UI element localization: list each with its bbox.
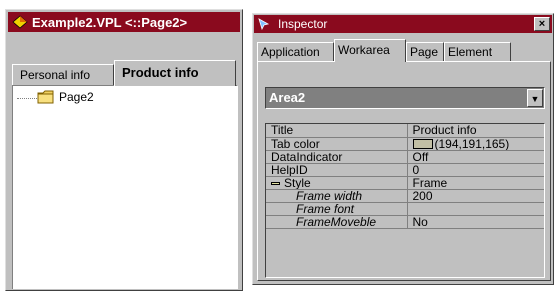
inspector-tabs: Application Workarea Page Element	[257, 38, 551, 62]
tree-item-page2[interactable]: Page2	[37, 90, 94, 104]
tab-product-info[interactable]: Product info	[114, 60, 236, 86]
folder-icon	[37, 90, 54, 104]
vpl-title-bar[interactable]: Example2.VPL <::Page2>	[8, 12, 240, 32]
property-name: Style	[284, 176, 311, 189]
inspector-tab-body: Area2 ▼ Title Product info Tab color (19…	[257, 61, 551, 281]
dropdown-arrow-icon[interactable]: ▼	[527, 89, 543, 107]
tab-label: Workarea	[338, 43, 390, 57]
vpl-editor-window: Example2.VPL <::Page2> Personal info Pro…	[5, 9, 243, 291]
property-value[interactable]	[407, 202, 544, 216]
property-value[interactable]: Product info	[407, 124, 544, 138]
property-name: Frame width	[266, 189, 408, 203]
property-name: FrameMoveble	[266, 215, 408, 229]
color-value: (194,191,165)	[434, 137, 510, 150]
tab-label: Personal info	[20, 68, 91, 82]
property-value[interactable]: No	[407, 215, 544, 229]
property-value-color[interactable]: (194,191,165)	[407, 137, 544, 151]
tab-label: Product info	[122, 65, 199, 80]
page-tabs: Personal info Product info	[12, 60, 238, 86]
property-row[interactable]: HelpID 0	[266, 163, 544, 177]
tab-page[interactable]: Page	[406, 42, 444, 62]
property-row[interactable]: Tab color (194,191,165)	[266, 137, 544, 151]
page-tree-panel: Page2	[12, 85, 238, 289]
property-row-group[interactable]: Style Frame	[266, 176, 544, 190]
close-button[interactable]: ×	[534, 17, 550, 31]
inspector-pointer-icon	[258, 18, 270, 30]
property-value[interactable]: 200	[407, 189, 544, 203]
tree-connector	[17, 98, 37, 99]
tree-item-label: Page2	[59, 90, 94, 104]
property-value[interactable]: Off	[407, 150, 544, 164]
property-name: Title	[266, 124, 408, 138]
app-diamond-icon	[12, 15, 28, 29]
tab-element[interactable]: Element	[444, 42, 511, 62]
collapse-minus-icon[interactable]	[271, 181, 280, 185]
tab-label: Element	[448, 45, 493, 59]
inspector-title-bar[interactable]: Inspector ×	[254, 15, 552, 33]
property-name: Frame font	[266, 202, 408, 216]
tab-label: Application	[261, 45, 320, 59]
area-select-value: Area2	[269, 90, 306, 105]
property-value[interactable]: 0	[407, 163, 544, 177]
property-row[interactable]: Frame font	[266, 202, 544, 216]
color-swatch	[412, 138, 433, 149]
property-group-name: Style	[266, 176, 408, 190]
property-name: DataIndicator	[266, 150, 408, 164]
inspector-title-text: Inspector	[278, 17, 328, 31]
property-name: HelpID	[266, 163, 408, 177]
tab-workarea[interactable]: Workarea	[334, 39, 406, 62]
property-grid: Title Product info Tab color (194,191,16…	[265, 123, 545, 278]
property-row[interactable]: DataIndicator Off	[266, 150, 544, 164]
property-name: Tab color	[266, 137, 408, 151]
property-row[interactable]: Title Product info	[266, 124, 544, 138]
tab-application[interactable]: Application	[257, 42, 334, 62]
property-row[interactable]: FrameMoveble No	[266, 215, 544, 229]
tab-label: Page	[410, 45, 439, 59]
property-value[interactable]: Frame	[407, 176, 544, 190]
property-row[interactable]: Frame width 200	[266, 189, 544, 203]
vpl-title-text: Example2.VPL <::Page2>	[32, 14, 188, 30]
inspector-window: Inspector × Application Workarea Page El…	[252, 13, 554, 285]
area-select[interactable]: Area2 ▼	[265, 87, 545, 109]
tab-personal-info[interactable]: Personal info	[12, 64, 114, 86]
